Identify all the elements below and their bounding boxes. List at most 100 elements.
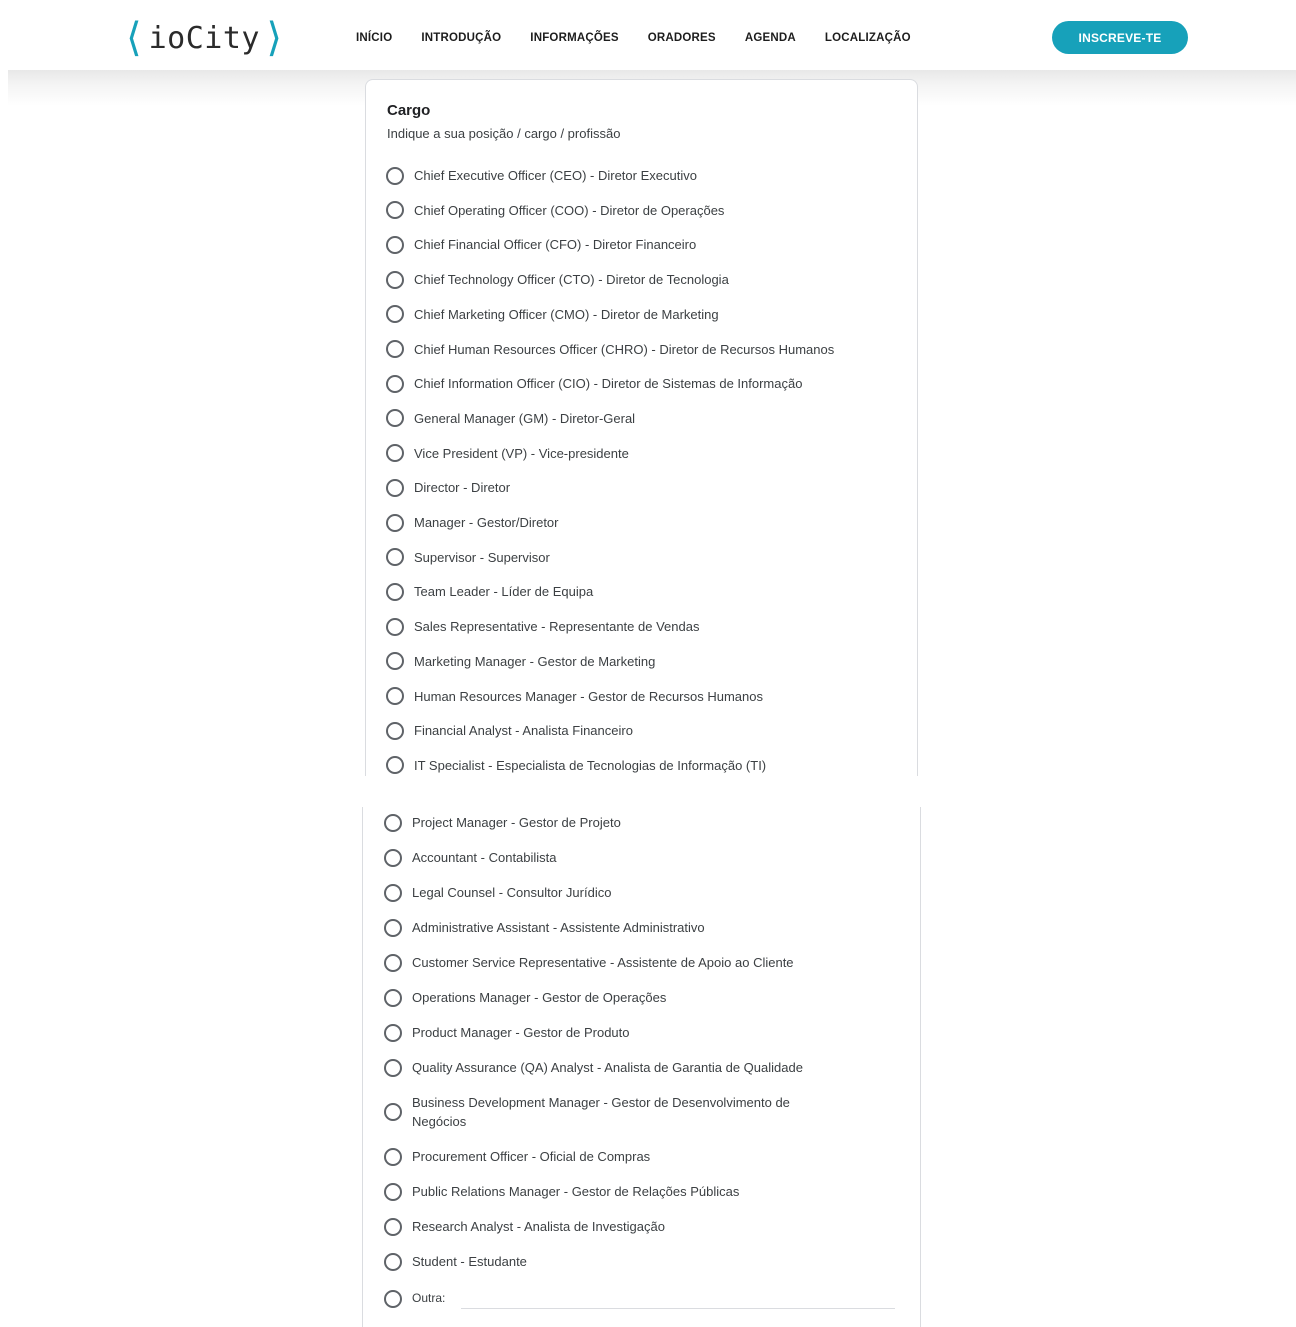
radio-option-label: Public Relations Manager - Gestor de Rel… <box>412 1184 740 1199</box>
question-card-cargo: Cargo Indique a sua posição / cargo / pr… <box>365 79 918 776</box>
nav-agenda[interactable]: AGENDA <box>745 32 796 44</box>
radio-option[interactable]: Chief Marketing Officer (CMO) - Diretor … <box>386 305 906 324</box>
nav-inicio[interactable]: INÍCIO <box>356 32 392 44</box>
logo-right-bracket: ⟩ <box>261 15 287 61</box>
radio-option[interactable]: General Manager (GM) - Diretor-Geral <box>386 409 906 428</box>
radio-button[interactable] <box>384 1103 402 1121</box>
radio-option[interactable]: Operations Manager - Gestor de Operações <box>384 988 904 1007</box>
radio-button[interactable] <box>386 374 404 393</box>
radio-option-label: Supervisor - Supervisor <box>414 549 550 565</box>
radio-option-label: Chief Executive Officer (CEO) - Diretor … <box>414 168 697 183</box>
radio-button[interactable] <box>384 1058 402 1077</box>
radio-option[interactable]: Chief Human Resources Officer (CHRO) - D… <box>386 340 906 359</box>
radio-option-label: Financial Analyst - Analista Financeiro <box>414 723 633 739</box>
radio-option[interactable]: Procurement Officer - Oficial de Compras <box>384 1147 904 1166</box>
radio-button[interactable] <box>386 166 404 185</box>
radio-button[interactable] <box>386 513 404 532</box>
radio-button[interactable] <box>384 883 402 902</box>
radio-option-label: Administrative Assistant - Assistente Ad… <box>412 920 705 935</box>
radio-option[interactable]: Marketing Manager - Gestor de Marketing <box>386 652 906 671</box>
radio-button[interactable] <box>384 1147 402 1166</box>
main-nav: INÍCIO INTRODUÇÃO INFORMAÇÕES ORADORES A… <box>340 25 940 51</box>
radio-option[interactable]: Accountant - Contabilista <box>384 848 904 867</box>
radio-option[interactable]: Product Manager - Gestor de Produto <box>384 1023 904 1042</box>
radio-option[interactable]: Chief Technology Officer (CTO) - Diretor… <box>386 270 906 289</box>
radio-button[interactable] <box>384 953 402 972</box>
radio-button[interactable] <box>386 478 404 497</box>
radio-button[interactable] <box>386 305 404 324</box>
radio-option[interactable]: Chief Operating Officer (COO) - Diretor … <box>386 201 906 220</box>
radio-option[interactable]: Supervisor - Supervisor <box>386 548 906 567</box>
radio-option-label: Chief Information Officer (CIO) - Direto… <box>414 376 803 392</box>
radio-button[interactable] <box>386 201 404 220</box>
radio-option-label: Chief Marketing Officer (CMO) - Diretor … <box>414 306 719 322</box>
radio-option-label: Quality Assurance (QA) Analyst - Analist… <box>412 1060 803 1075</box>
question-description: Indique a sua posição / cargo / profissã… <box>387 126 621 141</box>
question-title: Cargo <box>387 102 431 119</box>
radio-button[interactable] <box>386 756 404 775</box>
radio-option[interactable]: Chief Information Officer (CIO) - Direto… <box>386 374 906 393</box>
radio-button[interactable] <box>386 270 404 289</box>
radio-option-label: Chief Financial Officer (CFO) - Diretor … <box>414 237 697 253</box>
radio-button[interactable] <box>384 813 402 832</box>
nav-localizacao[interactable]: LOCALIZAÇÃO <box>825 32 911 44</box>
radio-option[interactable]: Customer Service Representative - Assist… <box>384 953 904 972</box>
radio-button[interactable] <box>384 1217 402 1236</box>
radio-option-label: Research Analyst - Analista de Investiga… <box>412 1219 665 1234</box>
radio-button[interactable] <box>386 548 404 567</box>
radio-option[interactable]: Vice President (VP) - Vice-presidente <box>386 444 906 463</box>
radio-button[interactable] <box>386 652 404 671</box>
radio-button[interactable] <box>384 1023 402 1042</box>
radio-option[interactable]: Sales Representative - Representante de … <box>386 617 906 636</box>
radio-option[interactable]: Legal Counsel - Consultor Jurídico <box>384 883 904 902</box>
radio-option-label: Product Manager - Gestor de Produto <box>412 1025 630 1040</box>
radio-option-label: Project Manager - Gestor de Projeto <box>412 815 621 830</box>
logo-text: ioCity <box>148 20 260 56</box>
radio-option-label: Customer Service Representative - Assist… <box>412 955 794 970</box>
radio-option[interactable]: Chief Executive Officer (CEO) - Diretor … <box>386 166 906 185</box>
radio-option[interactable]: Manager - Gestor/Diretor <box>386 513 906 532</box>
radio-option[interactable]: Public Relations Manager - Gestor de Rel… <box>384 1182 904 1201</box>
radio-option[interactable]: Team Leader - Líder de Equipa <box>386 582 906 601</box>
radio-button[interactable] <box>384 918 402 937</box>
radio-option-label: Human Resources Manager - Gestor de Recu… <box>414 688 763 704</box>
site-header: ⟨ ioCity ⟩ INÍCIO INTRODUÇÃO INFORMAÇÕES… <box>0 0 1296 76</box>
other-text-field[interactable] <box>461 1288 896 1309</box>
radio-button[interactable] <box>386 582 404 601</box>
radio-button[interactable] <box>384 1182 402 1201</box>
radio-option-label: Chief Technology Officer (CTO) - Diretor… <box>414 272 729 288</box>
nav-introducao[interactable]: INTRODUÇÃO <box>421 32 501 44</box>
radio-button[interactable] <box>386 721 404 740</box>
radio-option[interactable]: IT Specialist - Especialista de Tecnolog… <box>386 756 906 775</box>
radio-button[interactable] <box>384 988 402 1007</box>
radio-option-label: General Manager (GM) - Diretor-Geral <box>414 410 636 426</box>
radio-option[interactable]: Director - Diretor <box>386 478 906 497</box>
radio-button[interactable] <box>386 409 404 428</box>
iocity-logo[interactable]: ⟨ ioCity ⟩ <box>122 16 287 60</box>
radio-option[interactable]: Chief Financial Officer (CFO) - Diretor … <box>386 235 906 254</box>
radio-option[interactable]: Administrative Assistant - Assistente Ad… <box>384 918 904 937</box>
radio-button[interactable] <box>386 340 404 358</box>
other-label: Outra: <box>412 1291 446 1305</box>
radio-option-label: Business Development Manager - Gestor de… <box>412 1095 790 1129</box>
radio-button[interactable] <box>386 687 404 705</box>
radio-button[interactable] <box>386 444 404 463</box>
radio-option[interactable]: Project Manager - Gestor de Projeto <box>384 813 904 832</box>
radio-button[interactable] <box>384 848 402 867</box>
inscreve-te-button[interactable]: INSCREVE-TE <box>1052 21 1188 54</box>
radio-option-other[interactable]: Outra: <box>384 1288 904 1309</box>
radio-option[interactable]: Student - Estudante <box>384 1252 904 1271</box>
radio-option[interactable]: Research Analyst - Analista de Investiga… <box>384 1217 904 1236</box>
radio-option[interactable]: Financial Analyst - Analista Financeiro <box>386 721 906 740</box>
question-card-cargo-continued: Project Manager - Gestor de Projeto Accou… <box>362 807 921 1327</box>
logo-left-bracket: ⟨ <box>122 15 147 61</box>
radio-button[interactable] <box>384 1252 402 1271</box>
nav-oradores[interactable]: ORADORES <box>648 32 716 44</box>
nav-informacoes[interactable]: INFORMAÇÕES <box>530 32 618 44</box>
radio-option[interactable]: Business Development Manager - Gestor de… <box>384 1093 904 1131</box>
radio-option[interactable]: Human Resources Manager - Gestor de Recu… <box>386 687 906 706</box>
radio-button[interactable] <box>386 235 404 254</box>
radio-option[interactable]: Quality Assurance (QA) Analyst - Analist… <box>384 1058 904 1077</box>
radio-button[interactable] <box>384 1289 402 1308</box>
radio-button[interactable] <box>386 617 404 636</box>
